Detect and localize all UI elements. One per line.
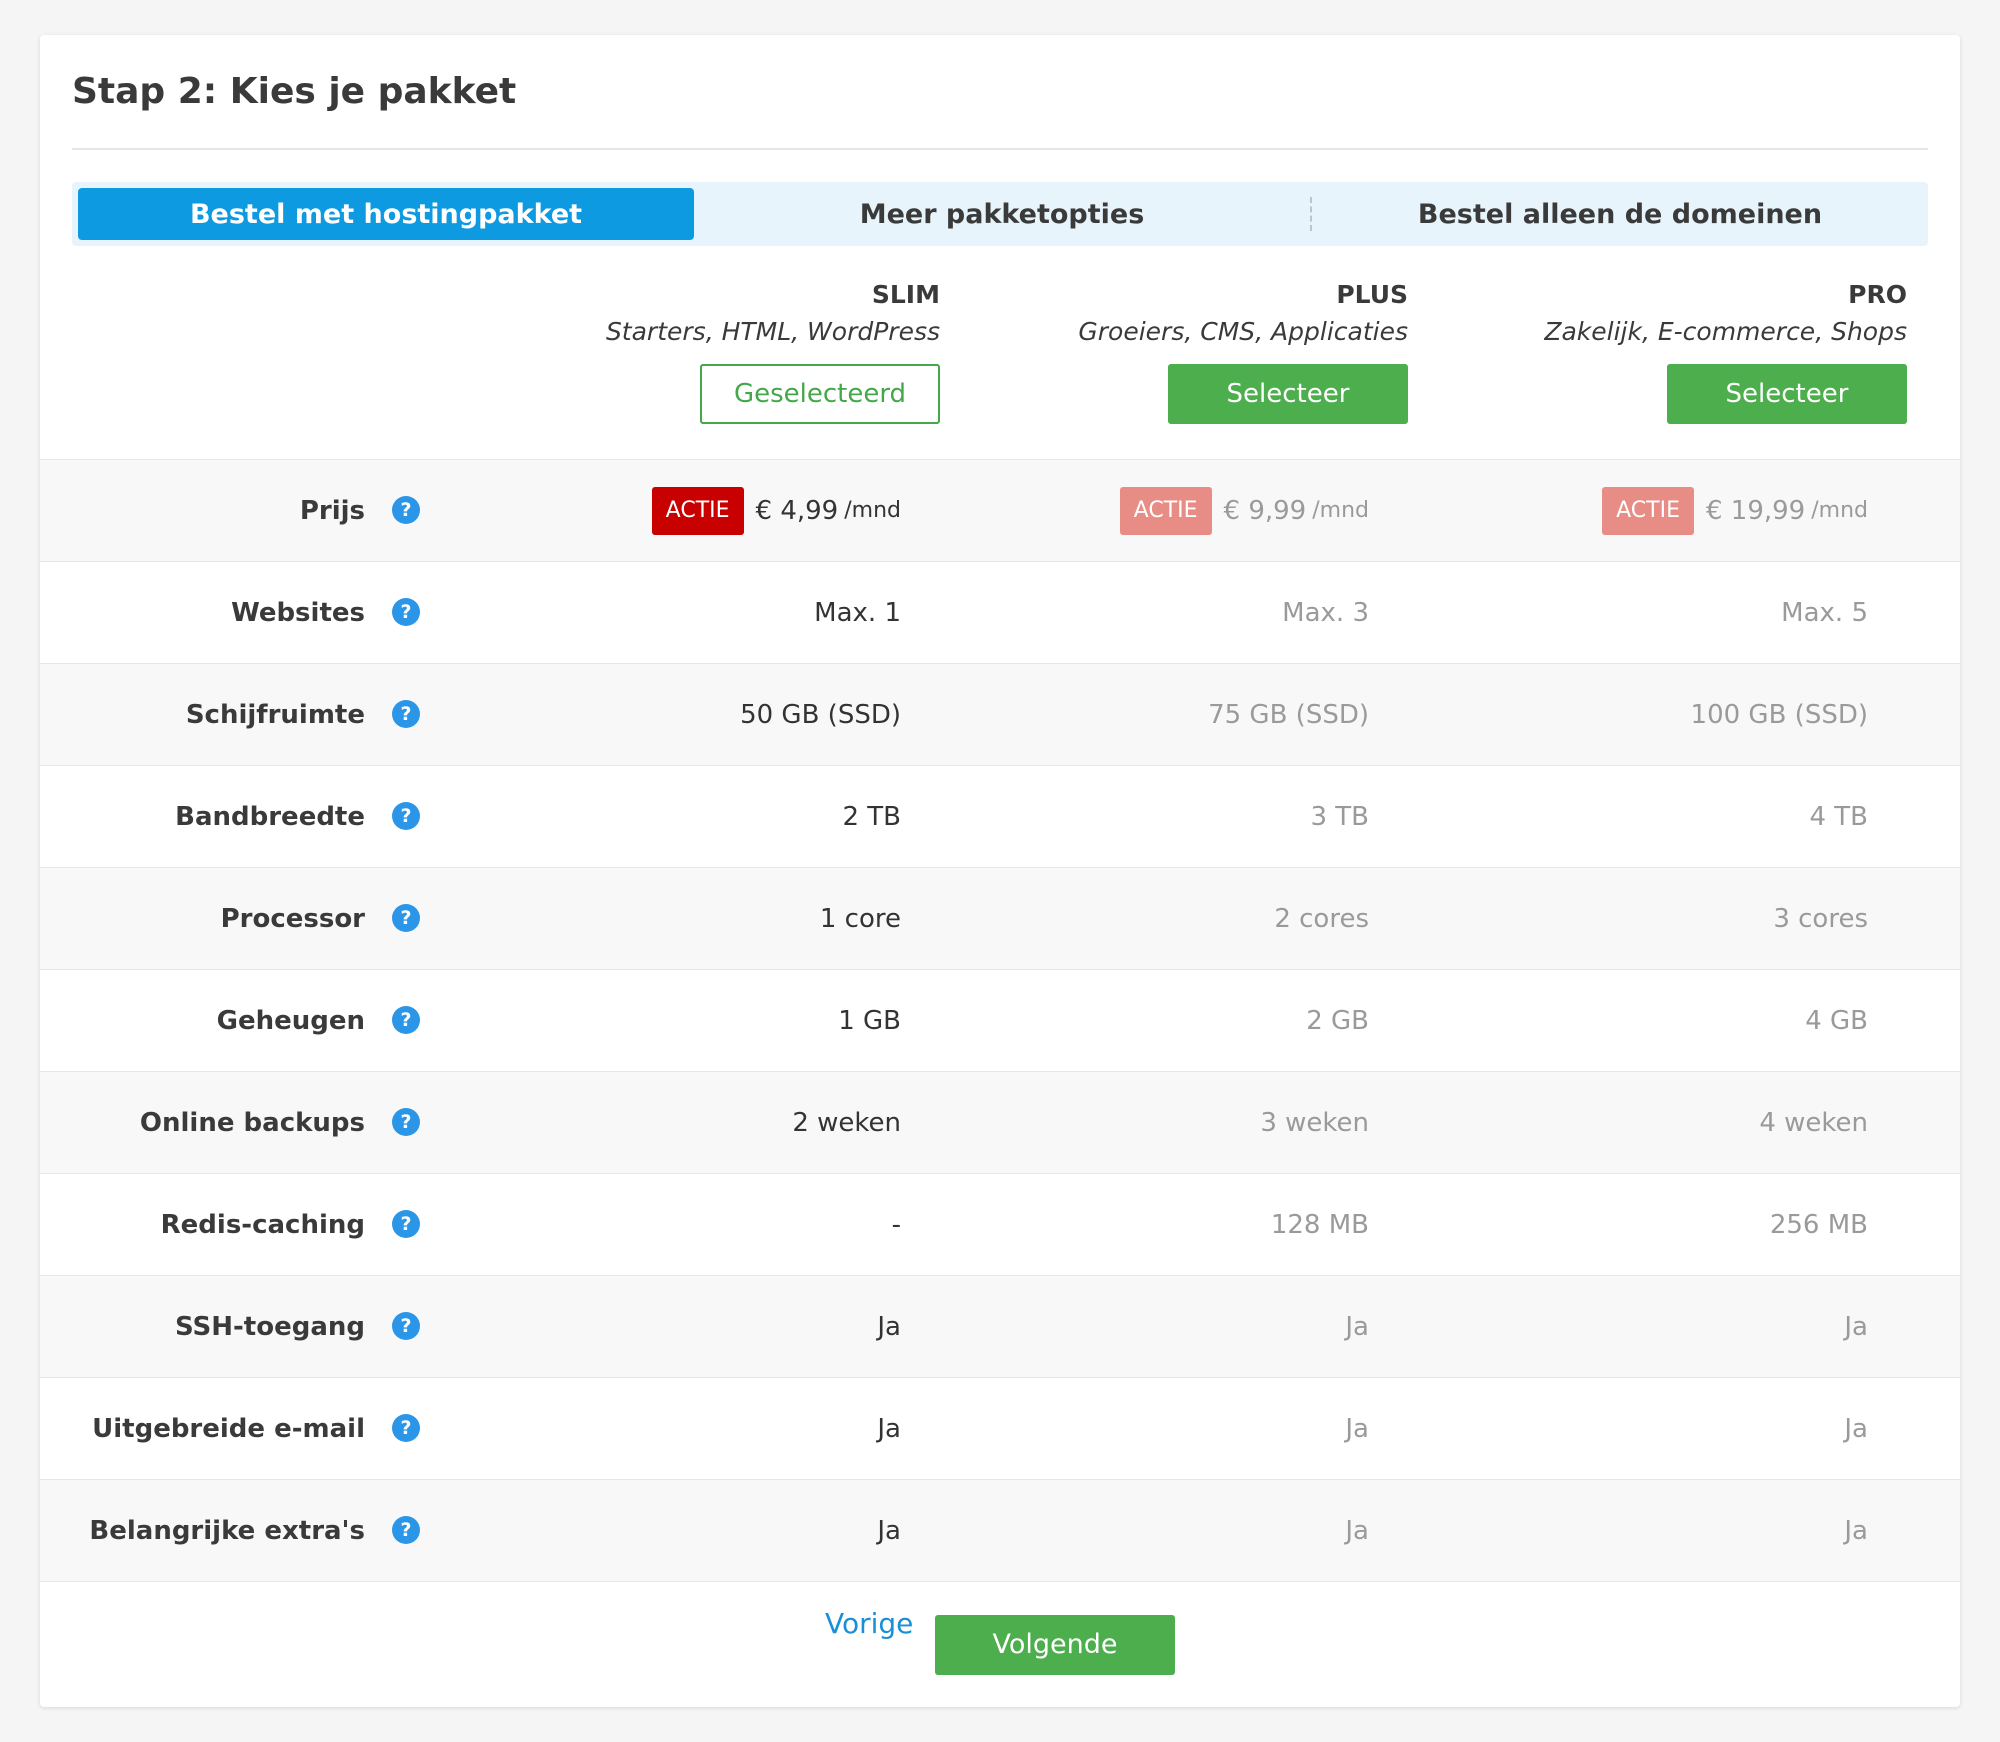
row-label: Uitgebreide e-mail	[92, 1413, 365, 1444]
cell-plus: 3 weken	[1260, 1107, 1369, 1138]
package-card: Stap 2: Kies je pakket Bestel met hostin…	[40, 35, 1960, 1707]
price-value: € 19,99	[1705, 495, 1806, 526]
cell-plus: Ja	[1345, 1413, 1369, 1444]
row-label: Schijfruimte	[185, 699, 365, 730]
plan-header-pro: PRO Zakelijk, E-commerce, Shops Selectee…	[1487, 280, 1907, 424]
price-value: € 9,99	[1223, 495, 1307, 526]
plan-description: Starters, HTML, WordPress	[605, 317, 940, 346]
cell-slim: Ja	[877, 1515, 901, 1546]
cell-pro: 4 GB	[1805, 1005, 1868, 1036]
cell-plus: 2 GB	[1306, 1005, 1369, 1036]
cell-pro: 4 TB	[1809, 801, 1868, 832]
cell-plus: Ja	[1345, 1515, 1369, 1546]
cell-slim: 1 core	[819, 903, 901, 934]
row-label: Websites	[231, 597, 365, 628]
row-label: Redis-caching	[160, 1209, 365, 1240]
price-cell-slim: ACTIE € 4,99 /mnd	[501, 460, 901, 561]
plan-pro-select-button[interactable]: Selecteer	[1667, 364, 1907, 424]
help-icon[interactable]: ?	[392, 1108, 420, 1136]
row-label: Online backups	[139, 1107, 365, 1138]
comparison-table: Prijs ? ACTIE € 4,99 /mnd ACTIE € 9,99 /…	[40, 459, 1960, 1581]
row-label: Belangrijke extra's	[89, 1515, 365, 1546]
table-row: Redis-caching ? - 128 MB 256 MB	[40, 1173, 1960, 1275]
row-label: Prijs	[299, 495, 365, 526]
cell-pro: Ja	[1844, 1515, 1868, 1546]
cell-pro: Ja	[1844, 1311, 1868, 1342]
next-button[interactable]: Volgende	[935, 1615, 1175, 1675]
price-period: /mnd	[844, 498, 901, 523]
plan-description: Zakelijk, E-commerce, Shops	[1544, 317, 1907, 346]
help-icon[interactable]: ?	[392, 1210, 420, 1238]
actie-badge: ACTIE	[1119, 486, 1212, 535]
help-icon[interactable]: ?	[392, 904, 420, 932]
cell-slim: Ja	[877, 1311, 901, 1342]
plan-description: Groeiers, CMS, Applicaties	[1078, 317, 1408, 346]
price-cell-plus: ACTIE € 9,99 /mnd	[969, 460, 1369, 561]
cell-slim: -	[891, 1209, 901, 1240]
order-type-tabs: Bestel met hostingpakket Meer pakketopti…	[72, 182, 1928, 246]
cell-pro: 256 MB	[1769, 1209, 1868, 1240]
cell-slim: 2 weken	[792, 1107, 901, 1138]
price-period: /mnd	[1312, 498, 1369, 523]
cell-pro: 4 weken	[1759, 1107, 1868, 1138]
plan-header-plus: PLUS Groeiers, CMS, Applicaties Selectee…	[988, 280, 1408, 424]
footer-divider	[40, 1581, 1960, 1582]
help-icon[interactable]: ?	[392, 802, 420, 830]
tab-alleen-domeinen[interactable]: Bestel alleen de domeinen	[1312, 182, 1928, 246]
cell-plus: 128 MB	[1270, 1209, 1369, 1240]
title-divider	[72, 148, 1928, 150]
actie-badge: ACTIE	[651, 486, 744, 535]
table-row: Uitgebreide e-mail ? Ja Ja Ja	[40, 1377, 1960, 1479]
cell-slim: 50 GB (SSD)	[740, 699, 901, 730]
help-icon[interactable]: ?	[392, 496, 420, 524]
table-row: Online backups ? 2 weken 3 weken 4 weken	[40, 1071, 1960, 1173]
help-icon[interactable]: ?	[392, 700, 420, 728]
cell-slim: 1 GB	[838, 1005, 901, 1036]
table-row: Belangrijke extra's ? Ja Ja Ja	[40, 1479, 1960, 1581]
cell-plus: 2 cores	[1274, 903, 1369, 934]
page-title: Stap 2: Kies je pakket	[72, 71, 517, 112]
table-row: Geheugen ? 1 GB 2 GB 4 GB	[40, 969, 1960, 1071]
help-icon[interactable]: ?	[392, 598, 420, 626]
cell-pro: Ja	[1844, 1413, 1868, 1444]
table-row-prijs: Prijs ? ACTIE € 4,99 /mnd ACTIE € 9,99 /…	[40, 459, 1960, 561]
price-cell-pro: ACTIE € 19,99 /mnd	[1468, 460, 1868, 561]
actie-badge: ACTIE	[1602, 486, 1694, 535]
table-row: Schijfruimte ? 50 GB (SSD) 75 GB (SSD) 1…	[40, 663, 1960, 765]
cell-pro: 3 cores	[1773, 903, 1868, 934]
cell-pro: 100 GB (SSD)	[1690, 699, 1868, 730]
cell-plus: Ja	[1345, 1311, 1369, 1342]
cell-slim: Max. 1	[814, 597, 901, 628]
cell-slim: 2 TB	[842, 801, 901, 832]
tab-hostingpakket[interactable]: Bestel met hostingpakket	[78, 188, 694, 240]
plan-slim-selected-button[interactable]: Geselecteerd	[700, 364, 940, 424]
plan-header-slim: SLIM Starters, HTML, WordPress Geselecte…	[520, 280, 940, 424]
row-label: Processor	[220, 903, 365, 934]
cell-slim: Ja	[877, 1413, 901, 1444]
previous-link[interactable]: Vorige	[825, 1607, 913, 1640]
cell-plus: 3 TB	[1310, 801, 1369, 832]
row-label: SSH-toegang	[174, 1311, 365, 1342]
plan-plus-select-button[interactable]: Selecteer	[1168, 364, 1408, 424]
help-icon[interactable]: ?	[392, 1516, 420, 1544]
tab-meer-pakketopties[interactable]: Meer pakketopties	[694, 182, 1310, 246]
table-row: Websites ? Max. 1 Max. 3 Max. 5	[40, 561, 1960, 663]
row-label: Bandbreedte	[175, 801, 365, 832]
help-icon[interactable]: ?	[392, 1312, 420, 1340]
table-row: Processor ? 1 core 2 cores 3 cores	[40, 867, 1960, 969]
cell-plus: 75 GB (SSD)	[1208, 699, 1369, 730]
price-period: /mnd	[1811, 498, 1868, 523]
table-row: Bandbreedte ? 2 TB 3 TB 4 TB	[40, 765, 1960, 867]
table-row: SSH-toegang ? Ja Ja Ja	[40, 1275, 1960, 1377]
cell-plus: Max. 3	[1282, 597, 1369, 628]
row-label: Geheugen	[216, 1005, 365, 1036]
plan-name: PRO	[1848, 280, 1907, 309]
cell-pro: Max. 5	[1781, 597, 1868, 628]
plan-name: SLIM	[871, 280, 940, 309]
price-value: € 4,99	[755, 495, 839, 526]
help-icon[interactable]: ?	[392, 1414, 420, 1442]
plan-name: PLUS	[1336, 280, 1408, 309]
help-icon[interactable]: ?	[392, 1006, 420, 1034]
